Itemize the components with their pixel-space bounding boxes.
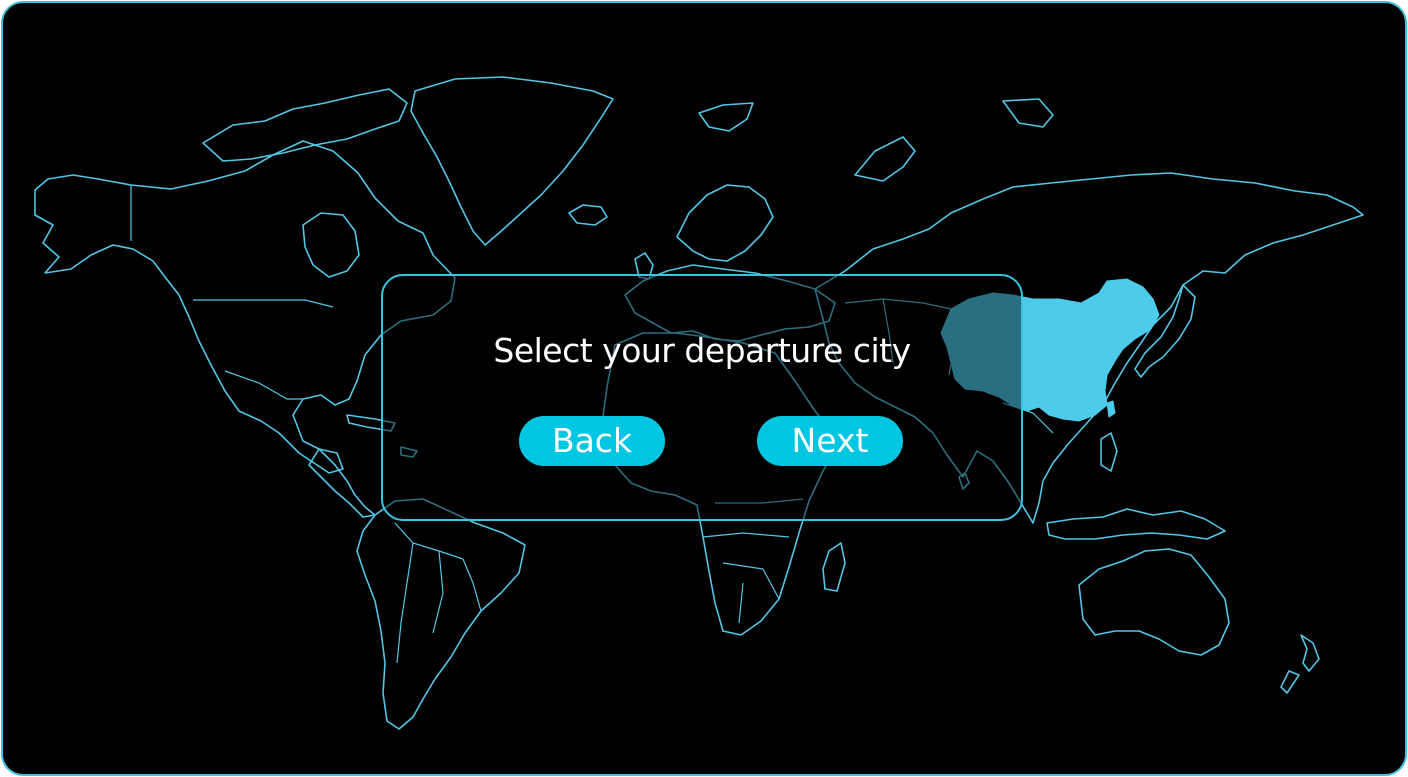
next-button[interactable]: Next: [757, 416, 903, 466]
philippines: [1100, 432, 1118, 472]
back-button[interactable]: Back: [519, 416, 665, 466]
map-screen: Select your departure city Back Next: [1, 1, 1407, 776]
iceland: [568, 204, 608, 226]
australia-outline: [1078, 548, 1230, 656]
scandinavia: [676, 184, 774, 262]
madagascar: [822, 542, 846, 592]
canadian-islands: [202, 88, 408, 162]
central-america: [308, 448, 376, 518]
south-america-outline: [356, 498, 526, 730]
dialog-title: Select your departure city: [493, 331, 911, 370]
us-mexico-border: [224, 370, 303, 400]
new-zealand: [1280, 634, 1320, 694]
svalbard: [698, 102, 754, 132]
indonesia-islands: [1046, 508, 1226, 540]
hudson-bay: [302, 212, 360, 278]
south-america-borders: [394, 522, 482, 664]
taiwan-highlighted: [1106, 400, 1116, 418]
us-canada-border: [130, 185, 334, 308]
arctic-coast: [854, 98, 1054, 182]
departure-dialog: Select your departure city Back Next: [381, 274, 1023, 521]
greenland: [410, 76, 614, 246]
